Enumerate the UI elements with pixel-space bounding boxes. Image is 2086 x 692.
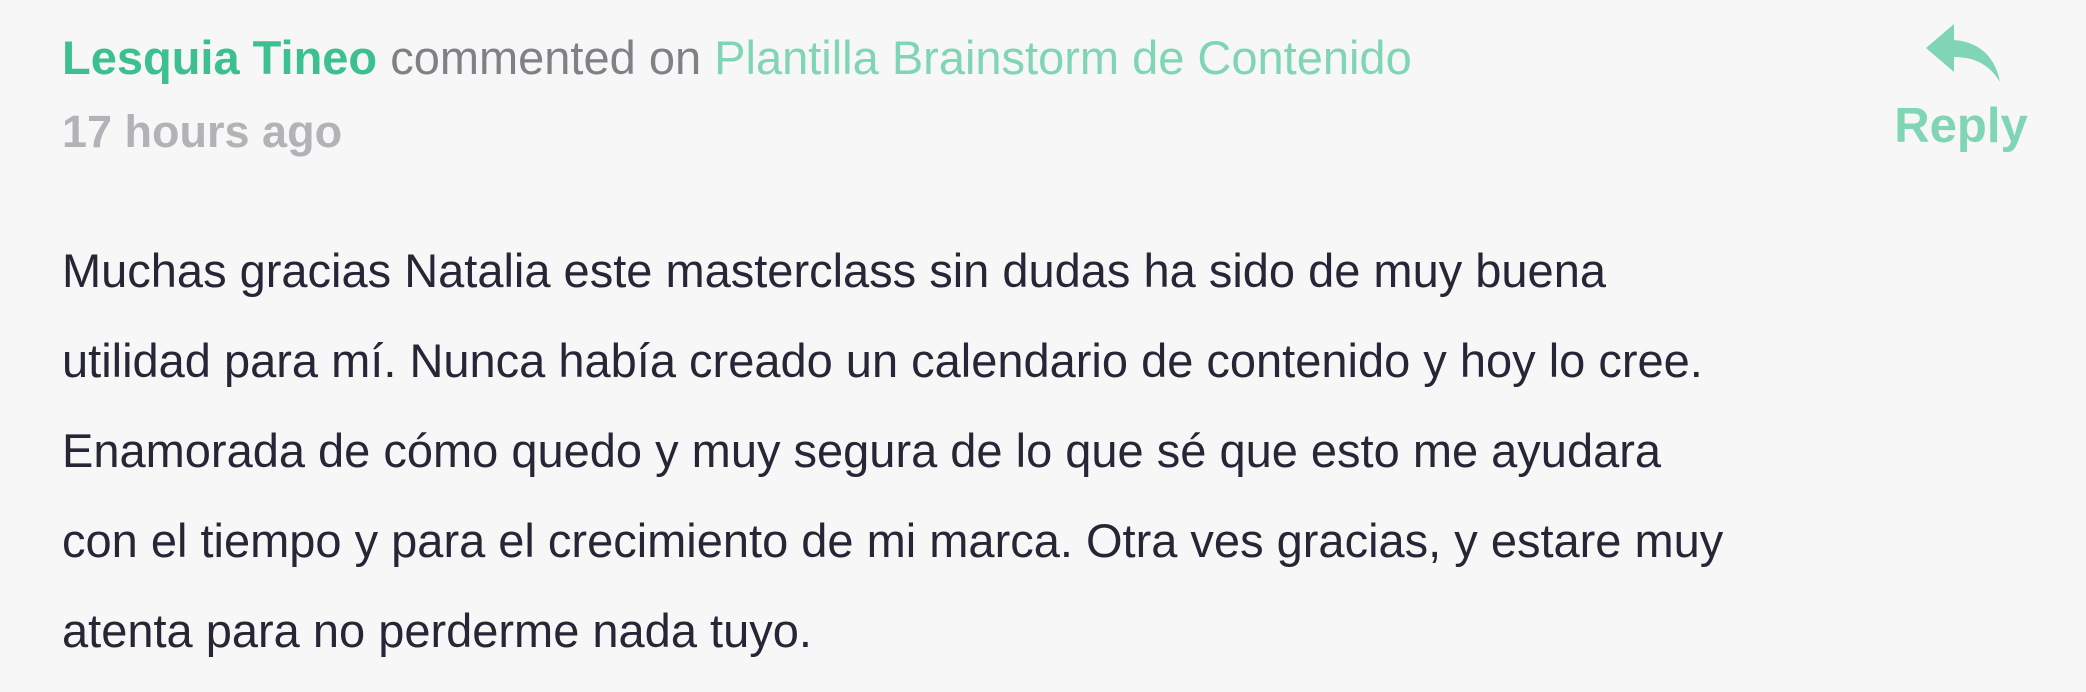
comment-card: Lesquia Tineo commented on Plantilla Bra… (0, 0, 2086, 692)
reply-arrow-icon (1926, 24, 2000, 82)
reply-label: Reply (1894, 99, 2028, 153)
target-link[interactable]: Plantilla Brainstorm de Contenido (714, 31, 1412, 84)
comment-body: Muchas gracias Natalia este masterclass … (62, 244, 1724, 657)
reply-button[interactable]: Reply (1886, 20, 2036, 170)
timestamp: 17 hours ago (62, 106, 343, 157)
author-link[interactable]: Lesquia Tineo (62, 31, 377, 84)
comment-header: Lesquia Tineo commented on Plantilla Bra… (62, 26, 1412, 90)
action-text: commented on (390, 31, 702, 84)
